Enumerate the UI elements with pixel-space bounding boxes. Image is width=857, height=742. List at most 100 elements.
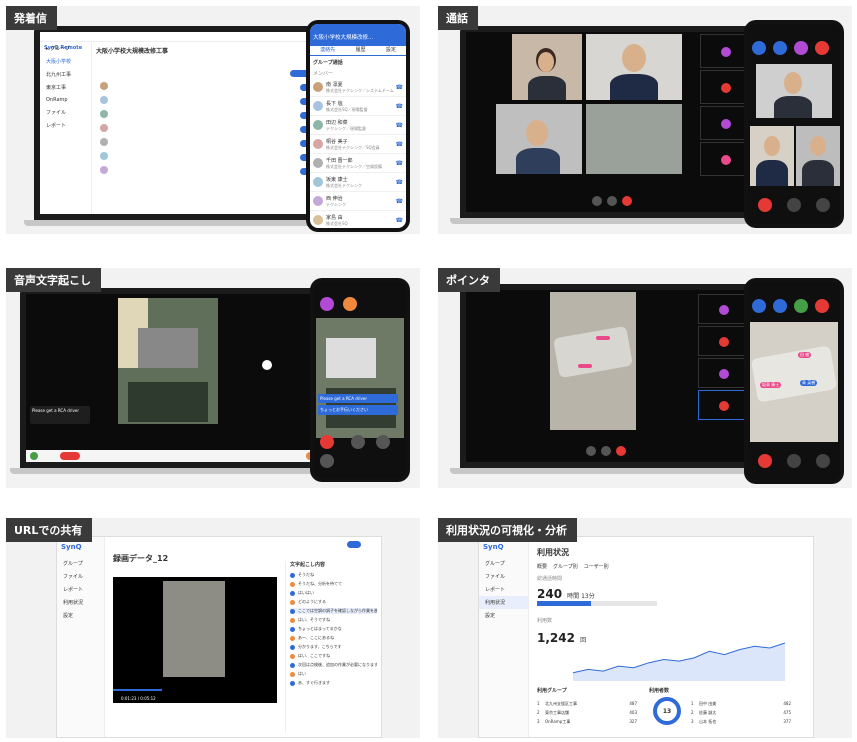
sidebar-item-report[interactable]: レポート — [479, 583, 528, 596]
end-call-button[interactable] — [758, 198, 772, 212]
member-name: 西 伸治 — [326, 195, 343, 202]
record-button[interactable] — [60, 452, 80, 460]
sidebar-item[interactable]: ▸ グループ — [40, 42, 91, 55]
transcript-item[interactable]: はい — [290, 671, 377, 677]
speaker-avatar — [290, 662, 295, 668]
transcript-text: あー、ここにあるね — [298, 635, 334, 640]
transcript-item[interactable]: はい、そうですね — [290, 617, 377, 623]
transcript-text: はい、ここですね — [298, 653, 330, 658]
tabs: 概要 グループ別 ユーザー別 — [537, 563, 609, 570]
sidebar-item-report[interactable]: レポート — [57, 583, 104, 596]
sidebar-item[interactable]: ファイル — [40, 106, 91, 119]
member-row[interactable]: 西 伸治 テクシンク ☎ — [310, 192, 406, 211]
tab-overview[interactable]: 概要 — [537, 563, 547, 570]
member-row[interactable]: 南 凛夏 株式会社テクシンク／システムチーム ☎ — [310, 78, 406, 97]
video-button[interactable] — [816, 454, 831, 468]
mic-button[interactable] — [592, 196, 602, 206]
transcript-item[interactable]: はいはい — [290, 590, 377, 596]
tab-user[interactable]: ユーザー別 — [584, 563, 609, 570]
sidebar-item-group[interactable]: グループ — [479, 557, 528, 570]
tab-contacts[interactable]: 連絡先 — [320, 46, 335, 55]
sidebar-item-file[interactable]: ファイル — [57, 570, 104, 583]
camera-button[interactable] — [351, 435, 366, 449]
mic-button[interactable] — [586, 446, 596, 456]
tab-group[interactable]: グループ別 — [553, 563, 578, 570]
end-call-button[interactable] — [758, 454, 772, 468]
mic-button[interactable] — [376, 435, 391, 449]
pointer-label — [596, 336, 610, 340]
phone-call-icon[interactable]: ☎ — [396, 103, 403, 110]
video-player[interactable]: 0:01:23 / 0:05:12 — [113, 577, 277, 703]
transcript-item[interactable]: あー、ここにあるね — [290, 635, 377, 641]
phone-call-icon[interactable]: ☎ — [396, 141, 403, 148]
sidebar-item-file[interactable]: ファイル — [479, 570, 528, 583]
mic-toggle[interactable] — [30, 452, 38, 460]
phone-call-icon[interactable]: ☎ — [396, 179, 403, 186]
transcript-item[interactable]: あ、すぐ行きます — [290, 680, 377, 686]
phone-call-icon[interactable]: ☎ — [396, 198, 403, 205]
transcript-item[interactable]: 次回は点検後、追加の作業が必要になります — [290, 662, 377, 668]
ranking-name: 田中 由美 — [699, 700, 717, 706]
sidebar-item-usage[interactable]: 利用状況 — [57, 596, 104, 609]
ranking-row[interactable]: 2 佐藤 誠太 475 — [691, 708, 791, 717]
video-button[interactable] — [601, 446, 612, 456]
transcript-item[interactable]: そうだね — [290, 572, 377, 578]
member-row[interactable]: 千田 晋一郎 株式会社テクシンク／空調設備 ☎ — [310, 154, 406, 173]
video-button[interactable] — [607, 196, 618, 206]
transcript-item[interactable]: はい、ここですね — [290, 653, 377, 659]
phone-call-icon[interactable]: ☎ — [396, 217, 403, 224]
member-row[interactable]: 長下 塩株式会社SQ／現場監督 ☎ — [310, 97, 406, 116]
menu-button[interactable] — [320, 454, 334, 468]
rate-header: 利用者数 — [649, 688, 670, 694]
mic-button[interactable] — [787, 454, 802, 468]
ranking-row[interactable]: 2 東京工事店舗 403 — [537, 708, 637, 717]
sidebar-item-settings[interactable]: 設定 — [479, 609, 528, 622]
member-name: 桐谷 美子 — [326, 138, 348, 145]
group-call-label[interactable]: グループ通話 — [310, 56, 406, 69]
sidebar-item[interactable]: レポート — [40, 119, 91, 132]
sidebar-item[interactable]: 大阪小学校 — [40, 55, 91, 68]
tab-settings[interactable]: 設定 — [386, 46, 396, 55]
ranking-row[interactable]: 3 山本 拓也 377 — [691, 717, 791, 726]
end-call-button[interactable] — [320, 435, 334, 449]
member-row[interactable]: 田辺 和菜 テクシンク／現場監督 ☎ — [310, 116, 406, 135]
phone-call-icon[interactable]: ☎ — [396, 84, 403, 91]
transcript-text: そうだね — [298, 572, 314, 577]
member-org: テクシンク／現場監督 — [326, 125, 366, 131]
speaker-avatar — [290, 635, 295, 641]
transcript-item[interactable]: どのようにする — [290, 599, 377, 605]
avatar — [313, 139, 323, 149]
sidebar-item[interactable]: OnRamp — [40, 94, 91, 106]
pointer-button[interactable] — [262, 360, 272, 370]
pointer-label-3: 青 英樹 — [800, 380, 818, 386]
ranking-row[interactable]: 3 OnRamp工事 327 — [537, 717, 637, 726]
bottom-bar — [26, 450, 326, 462]
member-row[interactable]: 桐谷 美子 株式会社テクシンク／SQ会員 ☎ — [310, 135, 406, 154]
transcript-item[interactable]: 分かります、こちらです — [290, 644, 377, 650]
transcript-item[interactable]: そうだね、分析を待てて — [290, 581, 377, 587]
ranking-row[interactable]: 1 北九州支援区工事 487 — [537, 699, 637, 708]
sidebar-item-settings[interactable]: 設定 — [57, 609, 104, 622]
member-row[interactable]: 家島 由株式会社SQ ☎ — [310, 211, 406, 228]
transcript-item[interactable]: ここでは空調の調子を確認しながら作業を進めます — [290, 608, 377, 614]
laptop-screen — [466, 290, 754, 462]
sidebar-item-group[interactable]: グループ — [57, 557, 104, 570]
phone-video-2 — [796, 126, 840, 186]
avatar — [313, 196, 323, 206]
share-button[interactable] — [347, 541, 361, 548]
ranking-row[interactable]: 1 田中 由美 482 — [691, 699, 791, 708]
transcript-item[interactable]: ちょっとはまってるかな — [290, 626, 377, 632]
end-call-button[interactable] — [622, 196, 633, 206]
sidebar-item[interactable]: 東京工事 — [40, 81, 91, 94]
tab-history[interactable]: 履歴 — [355, 46, 365, 55]
phone-call-icon[interactable]: ☎ — [396, 160, 403, 167]
sidebar-item[interactable]: 北九州工事 — [40, 68, 91, 81]
mic-button[interactable] — [787, 198, 802, 212]
member-row[interactable]: 坂東 康士 株式会社テクシンク ☎ — [310, 173, 406, 192]
end-call-button[interactable] — [616, 446, 627, 456]
speaker-avatar — [290, 671, 295, 677]
sidebar-item-usage[interactable]: 利用状況 — [479, 596, 528, 609]
avatar-row — [752, 40, 830, 59]
video-button[interactable] — [816, 198, 831, 212]
phone-call-icon[interactable]: ☎ — [396, 122, 403, 129]
